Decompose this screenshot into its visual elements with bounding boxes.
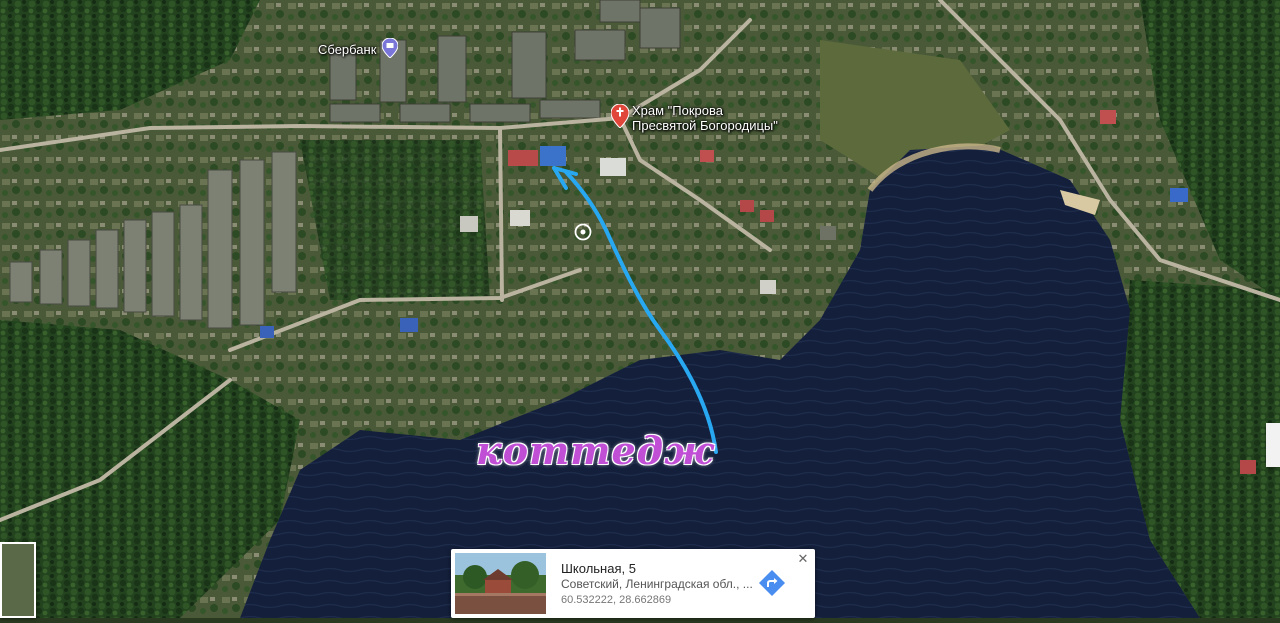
place-title: Школьная, 5 — [561, 561, 636, 576]
street-view-thumbnail[interactable] — [455, 553, 546, 614]
church-label-line2: Пресвятой Богородицы" — [632, 118, 778, 133]
street-view-photo — [455, 553, 546, 614]
imagery-thumbnail-image — [2, 544, 34, 616]
church-label[interactable]: Храм "Покрова Пресвятой Богородицы" — [632, 103, 778, 133]
satellite-map[interactable]: Сбербанк Храм "Покрова Пресвятой Богород… — [0, 0, 1280, 618]
place-address: Советский, Ленинградская обл., ... — [561, 577, 753, 591]
sberbank-label[interactable]: Сбербанк — [318, 42, 376, 57]
map-control-handle[interactable] — [1266, 423, 1280, 467]
church-pin-icon[interactable] — [611, 104, 629, 128]
place-info-card[interactable]: Школьная, 5 Советский, Ленинградская обл… — [451, 549, 815, 618]
annotation-label: коттедж — [476, 428, 715, 473]
directions-icon[interactable] — [758, 569, 786, 597]
close-icon[interactable]: ✕ — [795, 551, 811, 567]
place-coordinates: 60.532222, 28.662869 — [561, 594, 672, 606]
imagery-thumbnail[interactable] — [0, 542, 36, 618]
church-label-line1: Храм "Покрова — [632, 103, 724, 118]
bank-pin-icon[interactable] — [382, 38, 398, 58]
annotation-arrow — [552, 166, 718, 454]
